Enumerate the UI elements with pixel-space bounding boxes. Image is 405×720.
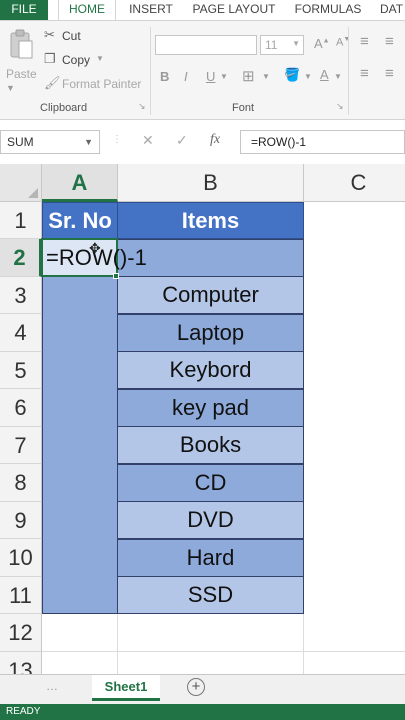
row-header-9[interactable]: 9 [0, 502, 42, 539]
item-cell[interactable]: CD [117, 464, 304, 502]
scissors-icon[interactable]: ✂ [44, 27, 55, 43]
font-group-label: Font [232, 102, 255, 114]
item-cell[interactable]: Computer [117, 276, 304, 314]
row-header-4[interactable]: 4 [0, 314, 42, 352]
borders-dropdown-icon[interactable]: ▼ [262, 72, 270, 81]
font-size-value: 11 [265, 38, 278, 52]
cut-button[interactable]: Cut [62, 29, 81, 43]
ribbon-tab-bar: FILE HOME INSERT PAGE LAYOUT FORMULAS DA… [0, 0, 405, 20]
font-color-dropdown-icon[interactable]: ▼ [334, 72, 342, 81]
fill-color-icon[interactable]: 🪣 [284, 67, 300, 83]
cell-b1-header[interactable]: Items [117, 202, 304, 239]
item-cell[interactable]: Books [117, 426, 304, 464]
row-header-11[interactable]: 11 [0, 577, 42, 614]
row-header-5[interactable]: 5 [0, 352, 42, 389]
font-color-icon[interactable]: A [320, 67, 329, 82]
sheet-tab-sheet1[interactable]: Sheet1 [92, 675, 160, 701]
clipboard-group-label: Clipboard [40, 102, 88, 114]
align-middle-icon[interactable]: ≡ [385, 33, 394, 50]
cancel-icon[interactable]: ✕ [142, 132, 154, 149]
borders-icon[interactable]: ⊞ [242, 67, 255, 85]
row-header-1[interactable]: 1 [0, 202, 42, 239]
grip-icon: ⋮ [112, 134, 122, 145]
row-header-10[interactable]: 10 [0, 539, 42, 577]
row-header-8[interactable]: 8 [0, 464, 42, 502]
item-cell[interactable]: SSD [117, 576, 304, 614]
chevron-down-icon[interactable]: ▼ [84, 131, 93, 153]
item-cell[interactable]: Hard [117, 539, 304, 577]
item-cell[interactable]: DVD [117, 501, 304, 539]
row-header-2[interactable]: 2 [0, 239, 42, 277]
row-header-13[interactable]: 13 [0, 652, 42, 674]
font-name-field[interactable] [155, 35, 257, 55]
cursor-icon: ✥ [89, 240, 101, 256]
underline-dropdown-icon[interactable]: ▼ [220, 72, 228, 81]
name-box-value: SUM [7, 135, 34, 149]
insert-function-icon[interactable]: fx [210, 132, 220, 148]
column-header-c[interactable]: C [304, 164, 405, 202]
tab-file[interactable]: FILE [0, 0, 48, 20]
align-top-icon[interactable]: ≡ [360, 33, 369, 50]
align-center-icon[interactable]: ≡ [385, 65, 394, 82]
cell-a1-header[interactable]: Sr. No [42, 202, 118, 239]
gridline [42, 651, 405, 652]
sheet-tab-bar: … Sheet1 + [0, 674, 405, 704]
format-painter-button[interactable]: Format Painter [62, 77, 141, 91]
tab-home[interactable]: HOME [58, 0, 116, 20]
copy-dropdown-icon[interactable]: ▼ [96, 54, 104, 63]
active-cell-a2[interactable]: =ROW()-1 [41, 238, 147, 277]
tab-data[interactable]: DAT [380, 0, 405, 20]
fill-handle[interactable] [113, 273, 119, 279]
status-bar: READY [0, 704, 405, 720]
select-all-button[interactable] [0, 164, 42, 202]
copy-button[interactable]: Copy [62, 53, 90, 67]
enter-icon[interactable]: ✓ [176, 132, 188, 149]
copy-icon[interactable]: ❐ [44, 51, 56, 67]
add-sheet-button[interactable]: + [187, 678, 205, 696]
chevron-down-icon[interactable]: ▼ [6, 83, 15, 93]
ribbon-home: Paste ▼ ✂ Cut ❐ Copy ▼ 🖌 Format Painter … [0, 20, 405, 120]
tab-insert[interactable]: INSERT [122, 0, 180, 20]
formula-bar: SUM ▼ ⋮ ✕ ✓ fx =ROW()-1 [0, 120, 405, 164]
status-text: READY [6, 706, 41, 717]
tab-formulas[interactable]: FORMULAS [290, 0, 366, 20]
paste-button[interactable]: Paste [6, 67, 37, 81]
row-header-7[interactable]: 7 [0, 427, 42, 464]
fill-dropdown-icon[interactable]: ▼ [304, 72, 312, 81]
row-header-12[interactable]: 12 [0, 614, 42, 652]
formula-buttons: ⋮ ✕ ✓ fx [104, 130, 238, 154]
increase-font-icon[interactable]: A▲ [314, 36, 330, 51]
italic-button[interactable]: I [184, 69, 188, 84]
column-header-b[interactable]: B [118, 164, 304, 202]
formula-input[interactable]: =ROW()-1 [240, 130, 405, 154]
item-cell[interactable]: Laptop [117, 314, 304, 352]
ribbon-divider [150, 27, 151, 115]
underline-button[interactable]: U [206, 69, 215, 84]
bold-button[interactable]: B [160, 69, 169, 84]
dialog-launcher-icon[interactable]: ↘ [138, 101, 146, 112]
name-box[interactable]: SUM ▼ [0, 130, 100, 154]
more-sheets-icon[interactable]: … [46, 679, 58, 693]
column-header-a[interactable]: A [42, 164, 118, 202]
sr-no-column-range[interactable] [42, 239, 118, 614]
brush-icon[interactable]: 🖌 [44, 75, 61, 91]
row-header-6[interactable]: 6 [0, 389, 42, 427]
font-size-dropdown-icon: ▼ [292, 39, 300, 48]
item-cell[interactable]: key pad [117, 389, 304, 427]
item-cell[interactable]: Keybord [117, 351, 304, 389]
ribbon-divider [348, 27, 349, 115]
font-dialog-launcher-icon[interactable]: ↘ [336, 101, 344, 112]
align-left-icon[interactable]: ≡ [360, 65, 369, 82]
paste-icon[interactable] [8, 29, 34, 61]
row-header-3[interactable]: 3 [0, 277, 42, 314]
worksheet-grid[interactable]: A B C 1 2 3 4 5 6 7 8 9 10 11 12 13 Sr. … [0, 164, 405, 674]
font-size-field[interactable]: 11 ▼ [260, 35, 304, 55]
excel-window: FILE HOME INSERT PAGE LAYOUT FORMULAS DA… [0, 0, 405, 720]
tab-page-layout[interactable]: PAGE LAYOUT [190, 0, 278, 20]
